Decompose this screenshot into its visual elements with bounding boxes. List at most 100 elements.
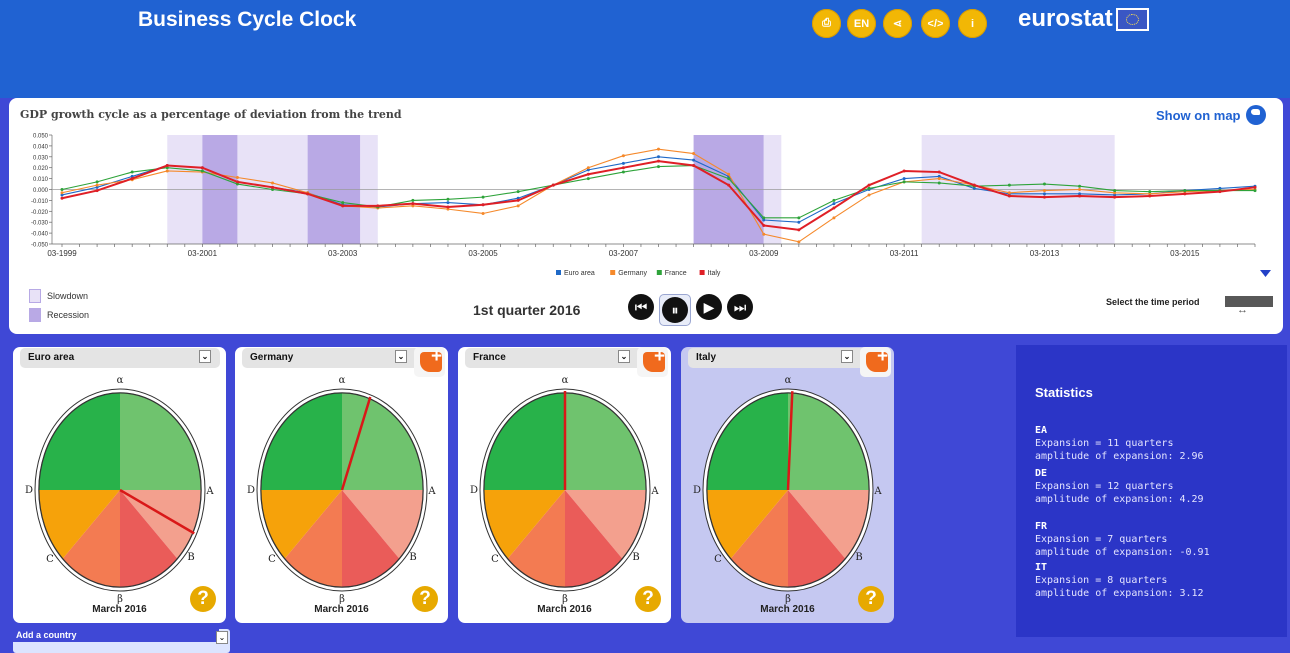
info-icon[interactable]: i xyxy=(958,9,987,38)
legend-label: France xyxy=(665,270,687,277)
data-point xyxy=(621,166,625,170)
pause-button-wrapper: ⏸ xyxy=(659,294,691,326)
clock-date: March 2016 xyxy=(537,604,592,615)
data-point xyxy=(586,177,590,181)
stat-code: FR xyxy=(1035,521,1048,532)
first-frame-button[interactable]: ⏮ xyxy=(628,294,654,320)
x-tick-label: 03-2007 xyxy=(609,249,639,258)
stat-expansion: Expansion = 12 quarters xyxy=(1035,481,1174,492)
data-point xyxy=(551,183,555,187)
stat-amplitude: amplitude of expansion: 4.29 xyxy=(1035,494,1204,505)
playback-controls: ⏮ ⏸ ▶ ⏭ xyxy=(628,294,753,326)
app-header: Business Cycle Clock ⎙ EN ⋖ </> i eurost… xyxy=(0,0,1290,98)
chevron-down-icon[interactable]: ⌄ xyxy=(618,350,630,363)
data-point xyxy=(235,176,239,180)
data-point xyxy=(1042,189,1046,193)
data-point xyxy=(832,216,836,220)
data-point xyxy=(1007,194,1011,198)
data-point xyxy=(376,204,380,208)
globe-icon xyxy=(1245,105,1266,125)
legend-label: Euro area xyxy=(564,270,595,277)
embed-icon[interactable]: </> xyxy=(921,9,950,38)
last-frame-button[interactable]: ⏭ xyxy=(727,294,753,320)
clock-date: March 2016 xyxy=(314,604,369,615)
data-point xyxy=(797,228,801,232)
y-tick-label: 0.040 xyxy=(33,144,49,150)
stat-block-de: DE Expansion = 12 quarters amplitude of … xyxy=(1035,467,1204,506)
phase-c-label: C xyxy=(46,554,54,565)
data-point xyxy=(341,201,345,205)
timeline-end-marker xyxy=(1260,270,1271,277)
stat-code: EA xyxy=(1035,425,1048,436)
show-on-map-link[interactable]: Show on map xyxy=(1156,105,1266,125)
data-point xyxy=(1253,185,1257,189)
business-cycle-clock: αβABCD xyxy=(247,375,436,605)
data-point xyxy=(271,181,275,185)
show-on-map-label: Show on map xyxy=(1156,107,1241,123)
data-point xyxy=(621,154,625,158)
share-icon[interactable]: ⋖ xyxy=(883,9,912,38)
alpha-label: α xyxy=(785,375,792,386)
legend-swatch xyxy=(610,270,616,275)
recession-swatch xyxy=(29,307,41,322)
data-point xyxy=(586,172,590,176)
add-country-label: Add a country xyxy=(13,629,219,642)
x-tick-label: 03-2013 xyxy=(1030,249,1060,258)
phase-c-label: C xyxy=(714,554,722,565)
data-point xyxy=(657,155,660,159)
phase-a-label: A xyxy=(650,486,659,497)
phase-d-label: D xyxy=(470,485,478,496)
data-point xyxy=(481,203,485,207)
clock-phase-segment xyxy=(261,393,342,490)
data-point xyxy=(516,190,520,194)
data-point xyxy=(481,211,485,215)
chevron-down-icon[interactable]: ⌄ xyxy=(199,350,211,363)
slowdown-label: Slowdown xyxy=(47,290,89,301)
business-cycle-clock: αβABCD xyxy=(693,375,882,605)
data-point xyxy=(1042,195,1046,199)
legend-recession: Recession xyxy=(29,305,89,324)
y-tick-label: 0.030 xyxy=(33,155,49,161)
phase-a-label: A xyxy=(873,486,882,497)
clock-date: March 2016 xyxy=(92,604,147,615)
pdf-icon[interactable]: ⎙ xyxy=(812,9,841,38)
chevron-down-icon[interactable]: ⌄ xyxy=(395,350,407,363)
data-point xyxy=(1113,195,1117,199)
data-point xyxy=(797,240,801,244)
time-period-slider[interactable] xyxy=(1225,296,1273,316)
clock-phase-segment xyxy=(707,393,788,490)
phase-b-label: B xyxy=(187,552,194,563)
data-point xyxy=(130,177,134,181)
data-point xyxy=(1148,194,1152,198)
add-country-select[interactable]: Add a country ⌄ xyxy=(13,629,230,653)
data-point xyxy=(937,177,941,181)
data-point xyxy=(200,166,204,170)
data-point xyxy=(95,180,99,184)
chevron-down-icon[interactable]: ⌄ xyxy=(216,631,228,644)
play-button[interactable]: ▶ xyxy=(696,294,722,320)
phase-c-label: C xyxy=(268,554,276,565)
language-icon[interactable]: EN xyxy=(847,9,876,38)
data-point xyxy=(657,165,660,169)
pause-button[interactable]: ⏸ xyxy=(662,297,688,323)
data-point xyxy=(762,216,766,220)
business-cycle-clock: αβABCD xyxy=(470,375,659,605)
data-point xyxy=(1078,194,1082,198)
business-cycle-clock: αβABCD xyxy=(25,375,214,605)
business-cycle-chart-panel: GDP growth cycle as a percentage of devi… xyxy=(9,98,1283,334)
stat-expansion: Expansion = 8 quarters xyxy=(1035,575,1168,586)
data-point xyxy=(130,170,134,174)
clock-phase-segment xyxy=(342,393,423,490)
y-tick-label: 0.000 xyxy=(33,188,49,194)
chevron-down-icon[interactable]: ⌄ xyxy=(841,350,853,363)
x-tick-label: 03-2005 xyxy=(468,249,498,258)
data-point xyxy=(481,195,485,199)
country-name: Euro area xyxy=(28,352,75,363)
legend-slowdown: Slowdown xyxy=(29,286,89,305)
y-tick-label: 0.020 xyxy=(33,166,49,172)
data-point xyxy=(516,204,520,208)
data-point xyxy=(832,198,836,202)
data-point xyxy=(902,169,906,173)
x-tick-label: 03-1999 xyxy=(47,249,77,258)
clock-card-italy: Italy ⌄ αβABCD ? March 2016 xyxy=(681,347,894,623)
